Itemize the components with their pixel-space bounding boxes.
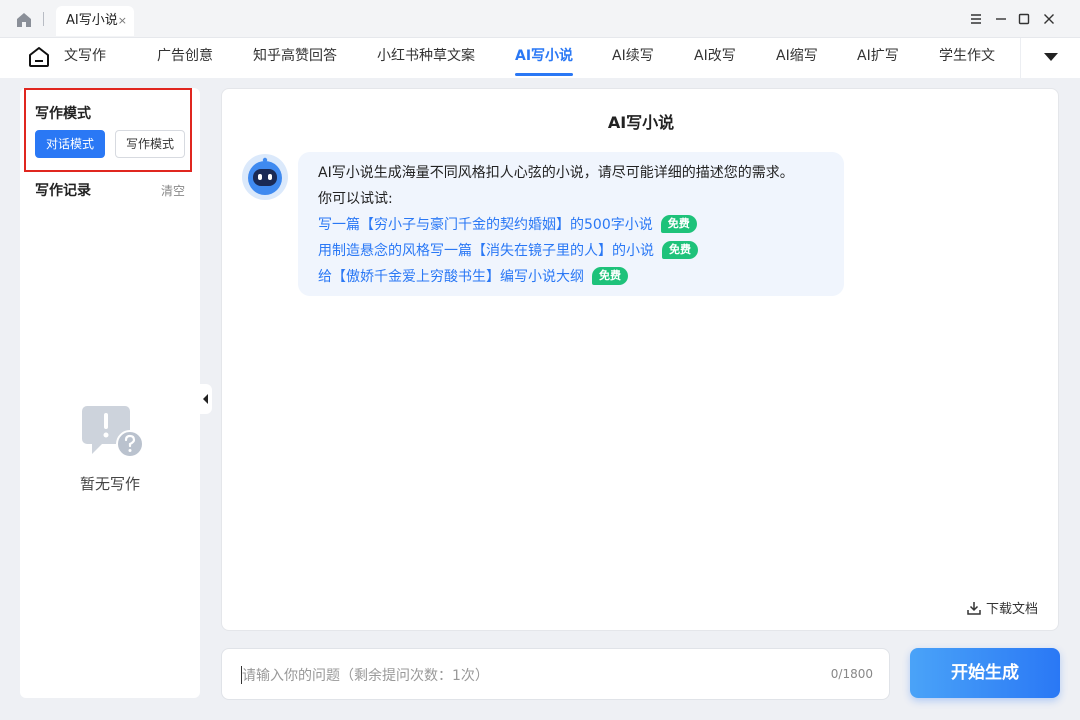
- free-badge: 免费: [662, 241, 698, 259]
- chat-panel: AI写小说 AI写小说生成海量不同风格扣人心弦的小说，请尽可能详细的描述您的需求…: [221, 88, 1059, 631]
- nav-item-student-essay[interactable]: 学生作文: [939, 38, 995, 78]
- nav-home-icon[interactable]: [26, 44, 52, 70]
- close-icon[interactable]: [1039, 9, 1059, 29]
- active-tab-indicator: [515, 73, 574, 76]
- input-placeholder: 请输入你的问题（剩余提问次数：1次）: [242, 668, 489, 684]
- writing-mode-button[interactable]: 写作模式: [115, 130, 185, 158]
- empty-state-icon: [82, 406, 144, 458]
- tab-close-icon[interactable]: ×: [118, 6, 127, 36]
- nav-item-zhihu[interactable]: 知乎高赞回答: [253, 38, 337, 78]
- nav-item-ai-novel[interactable]: AI写小说: [515, 38, 574, 78]
- home-icon[interactable]: [14, 10, 34, 30]
- minimize-icon[interactable]: [991, 9, 1011, 29]
- suggestion-text: 写一篇【穷小子与豪门千金的契约婚姻】的500字小说: [318, 217, 653, 233]
- caret-left-icon: [203, 394, 208, 404]
- assistant-intro-text: AI写小说生成海量不同风格扣人心弦的小说，请尽可能详细的描述您的需求。: [318, 165, 794, 181]
- sidebar: 写作模式 对话模式 写作模式 写作记录 清空 暂无写作: [20, 88, 200, 698]
- tab-ai-novel[interactable]: AI写小说 ×: [56, 6, 134, 36]
- empty-state-text: 暂无写作: [79, 475, 140, 493]
- character-counter: 0/1800: [830, 667, 873, 681]
- suggestion-text: 给【傲娇千金爱上穷酸书生】编写小说大纲: [318, 269, 584, 285]
- question-input[interactable]: 请输入你的问题（剩余提问次数：1次） 0/1800: [221, 648, 890, 700]
- caret-down-icon: [1044, 53, 1058, 61]
- nav-item-xiaohongshu[interactable]: 小红书种草文案: [377, 38, 475, 78]
- free-badge: 免费: [660, 215, 697, 233]
- title-separator: [43, 12, 44, 26]
- assistant-message: AI写小说生成海量不同风格扣人心弦的小说，请尽可能详细的描述您的需求。 你可以试…: [298, 152, 844, 296]
- generate-button[interactable]: 开始生成: [910, 648, 1060, 698]
- nav-item-writing[interactable]: 文写作: [64, 38, 106, 78]
- nav-item-ai-shorten[interactable]: AI缩写: [776, 38, 818, 78]
- suggestion-item[interactable]: 给【傲娇千金爱上穷酸书生】编写小说大纲 免费: [318, 266, 628, 286]
- mode-title: 写作模式: [35, 106, 91, 122]
- suggestion-item[interactable]: 用制造悬念的风格写一篇【消失在镜子里的人】的小说 免费: [318, 240, 698, 260]
- download-document-button[interactable]: 下载文档: [966, 598, 1038, 617]
- sidebar-collapse-toggle[interactable]: [200, 384, 212, 414]
- menu-icon[interactable]: [966, 9, 986, 29]
- nav-item-ai-rewrite[interactable]: AI改写: [694, 38, 736, 78]
- records-title: 写作记录: [35, 183, 91, 199]
- try-label: 你可以试试:: [318, 191, 393, 207]
- nav-item-label: AI写小说: [515, 48, 574, 64]
- page-title: AI写小说: [607, 113, 675, 132]
- clear-records-button[interactable]: 清空: [161, 182, 185, 199]
- tab-label: AI写小说: [66, 13, 118, 28]
- maximize-icon[interactable]: [1014, 9, 1034, 29]
- download-icon: [967, 602, 981, 615]
- nav-items: 文写作 广告创意 知乎高赞回答 小红书种草文案 AI写小说 AI续写 AI改写 …: [60, 38, 1020, 78]
- title-bar: AI写小说 ×: [0, 0, 1080, 38]
- nav-item-ai-continue[interactable]: AI续写: [612, 38, 654, 78]
- feature-nav: 文写作 广告创意 知乎高赞回答 小红书种草文案 AI写小说 AI续写 AI改写 …: [0, 38, 1080, 78]
- nav-more-button[interactable]: [1020, 38, 1080, 78]
- nav-item-ai-expand[interactable]: AI扩写: [857, 38, 899, 78]
- suggestion-item[interactable]: 写一篇【穷小子与豪门千金的契约婚姻】的500字小说 免费: [318, 214, 697, 234]
- free-badge: 免费: [592, 267, 628, 285]
- nav-item-ad-ideas[interactable]: 广告创意: [157, 38, 213, 78]
- chat-mode-button[interactable]: 对话模式: [35, 130, 105, 158]
- robot-avatar-icon: [242, 154, 288, 200]
- suggestion-text: 用制造悬念的风格写一篇【消失在镜子里的人】的小说: [318, 243, 654, 259]
- download-label: 下载文档: [985, 602, 1038, 617]
